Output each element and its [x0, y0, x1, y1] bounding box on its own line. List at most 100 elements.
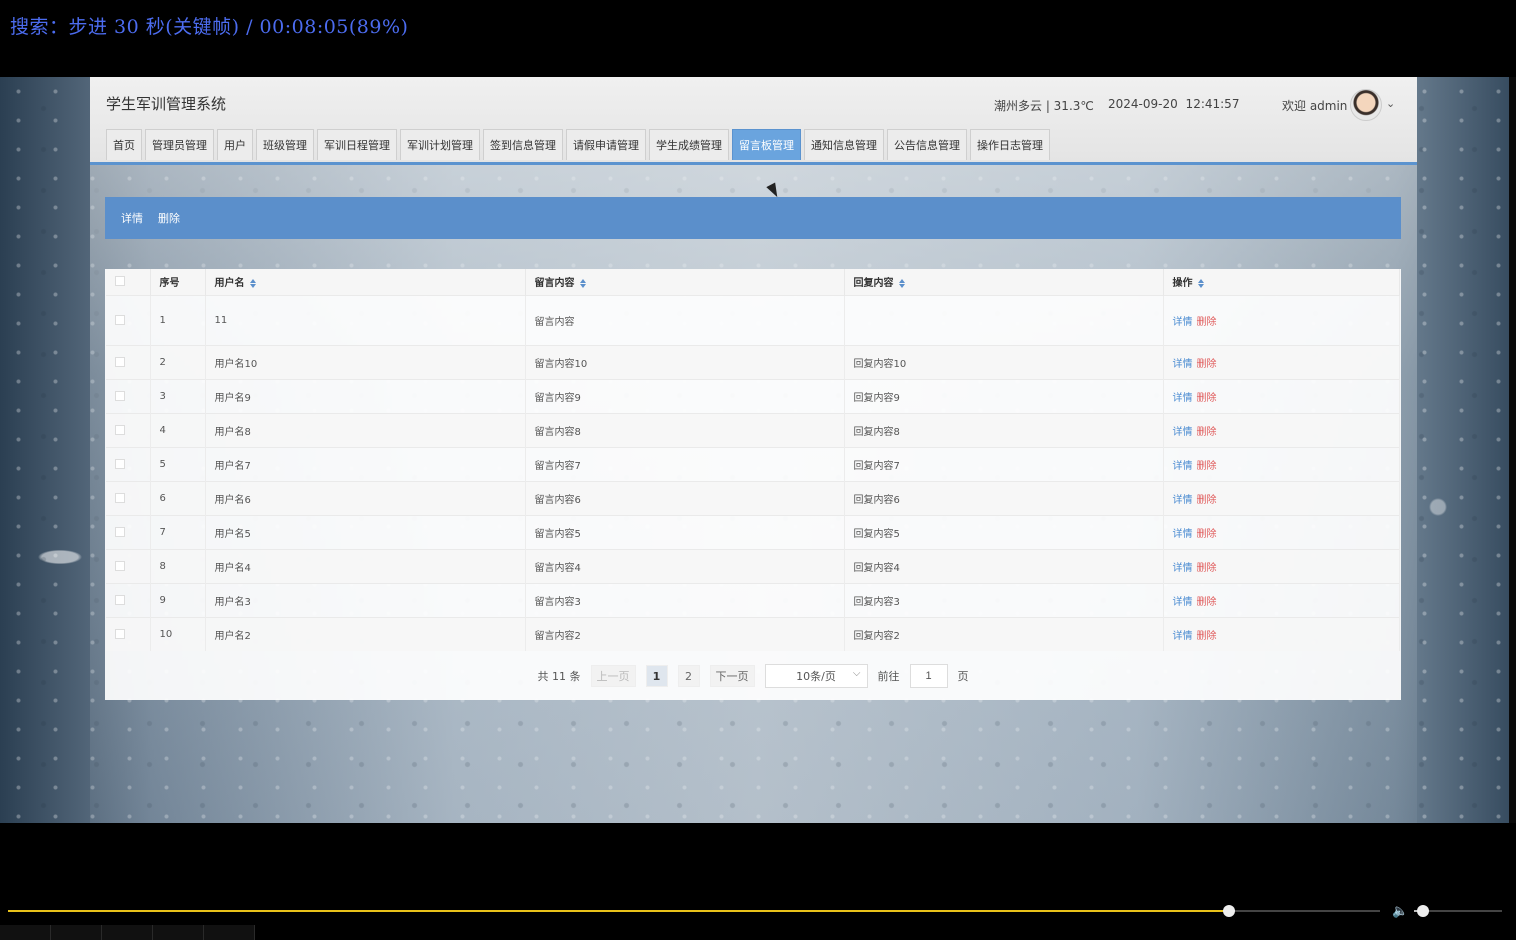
nav-tab-4[interactable]: 班级管理 — [256, 129, 314, 160]
player-button[interactable] — [153, 925, 204, 940]
cell-index: 5 — [150, 446, 206, 481]
nav-tab-1[interactable]: 首页 — [106, 129, 142, 160]
row-delete-link[interactable]: 删除 — [1197, 495, 1217, 506]
row-checkbox[interactable] — [115, 628, 125, 639]
seek-bar[interactable] — [8, 905, 1380, 917]
nav-tab-11[interactable]: 通知信息管理 — [804, 129, 884, 160]
nav-tab-10[interactable]: 留言板管理 — [732, 129, 801, 160]
cell-content: 留言内容6 — [525, 480, 845, 515]
cell-username: 用户名8 — [205, 412, 526, 447]
cell-reply: 回复内容2 — [844, 616, 1164, 651]
player-button-row — [0, 925, 255, 940]
cell-index: 10 — [150, 616, 206, 651]
cell-reply: 回复内容4 — [844, 548, 1164, 583]
header-username[interactable]: 用户名 — [205, 269, 526, 295]
cell-username: 用户名4 — [205, 548, 526, 583]
row-detail-link[interactable]: 详情 — [1173, 461, 1193, 472]
table-row[interactable]: 9 用户名3 留言内容3 回复内容3 详情 删除 — [106, 582, 1400, 617]
table-row[interactable]: 4 用户名8 留言内容8 回复内容8 详情 删除 — [106, 412, 1400, 447]
cell-username: 用户名6 — [205, 480, 526, 515]
toolbar-delete-button[interactable]: 删除 — [158, 210, 180, 226]
prev-page-button[interactable]: 上一页 — [590, 665, 636, 687]
row-detail-link[interactable]: 详情 — [1173, 563, 1193, 574]
row-delete-link[interactable]: 删除 — [1197, 631, 1217, 642]
sort-icon[interactable] — [580, 279, 587, 288]
nav-tab-3[interactable]: 用户 — [217, 129, 253, 160]
row-detail-link[interactable]: 详情 — [1173, 393, 1193, 404]
row-checkbox[interactable] — [115, 560, 125, 571]
row-checkbox[interactable] — [115, 390, 125, 401]
row-detail-link[interactable]: 详情 — [1173, 631, 1193, 642]
cell-index: 3 — [150, 378, 206, 413]
row-delete-link[interactable]: 删除 — [1197, 461, 1217, 472]
row-delete-link[interactable]: 删除 — [1197, 427, 1217, 438]
cell-username: 用户名10 — [205, 344, 526, 379]
table-row[interactable]: 8 用户名4 留言内容4 回复内容4 详情 删除 — [106, 548, 1400, 583]
row-delete-link[interactable]: 删除 — [1197, 393, 1217, 404]
table-row[interactable]: 2 用户名10 留言内容10 回复内容10 详情 删除 — [106, 344, 1400, 379]
table-row[interactable]: 3 用户名9 留言内容9 回复内容9 详情 删除 — [106, 378, 1400, 413]
cell-username: 用户名7 — [205, 446, 526, 481]
row-delete-link[interactable]: 删除 — [1197, 317, 1217, 328]
nav-tab-7[interactable]: 签到信息管理 — [483, 129, 563, 160]
toolbar-detail-button[interactable]: 详情 — [121, 210, 143, 226]
sort-icon[interactable] — [250, 279, 257, 288]
nav-tab-9[interactable]: 学生成绩管理 — [649, 129, 729, 160]
nav-tab-13[interactable]: 操作日志管理 — [970, 129, 1050, 160]
nav-tab-5[interactable]: 军训日程管理 — [317, 129, 397, 160]
row-detail-link[interactable]: 详情 — [1173, 495, 1193, 506]
cell-content: 留言内容4 — [525, 548, 845, 583]
page-size-select[interactable]: 10条/页 — [764, 664, 868, 688]
select-all-checkbox[interactable] — [115, 276, 125, 287]
player-button[interactable] — [51, 925, 102, 940]
cell-reply: 回复内容8 — [844, 412, 1164, 447]
row-detail-link[interactable]: 详情 — [1173, 317, 1193, 328]
nav-tab-12[interactable]: 公告信息管理 — [887, 129, 967, 160]
volume-icon[interactable]: 🔈 — [1392, 904, 1408, 919]
page-number-1[interactable]: 1 — [645, 665, 668, 687]
chevron-down-icon[interactable]: ⌄ — [1386, 97, 1395, 110]
nav-tab-8[interactable]: 请假申请管理 — [566, 129, 646, 160]
row-detail-link[interactable]: 详情 — [1173, 597, 1193, 608]
table-row[interactable]: 1 11 留言内容 详情 删除 — [106, 294, 1400, 345]
header-username-label: 用户名 — [214, 278, 245, 290]
header-actions[interactable]: 操作 — [1163, 269, 1400, 295]
header-content[interactable]: 留言内容 — [525, 269, 845, 295]
volume-handle[interactable] — [1416, 905, 1429, 917]
row-detail-link[interactable]: 详情 — [1173, 359, 1193, 370]
player-button[interactable] — [102, 925, 153, 940]
row-checkbox[interactable] — [115, 314, 125, 325]
row-delete-link[interactable]: 删除 — [1197, 359, 1217, 370]
player-button[interactable] — [204, 925, 255, 940]
row-delete-link[interactable]: 删除 — [1197, 597, 1217, 608]
row-checkbox[interactable] — [115, 492, 125, 503]
avatar[interactable] — [1350, 89, 1382, 121]
row-detail-link[interactable]: 详情 — [1173, 529, 1193, 540]
seek-handle[interactable] — [1223, 905, 1236, 917]
row-delete-link[interactable]: 删除 — [1197, 529, 1217, 540]
sort-icon[interactable] — [1198, 279, 1205, 288]
row-checkbox[interactable] — [115, 356, 125, 367]
table-row[interactable]: 5 用户名7 留言内容7 回复内容7 详情 删除 — [106, 446, 1400, 481]
cell-actions: 详情 删除 — [1163, 446, 1400, 481]
nav-tab-2[interactable]: 管理员管理 — [145, 129, 214, 160]
row-checkbox[interactable] — [115, 526, 125, 537]
row-checkbox[interactable] — [115, 458, 125, 469]
row-detail-link[interactable]: 详情 — [1173, 427, 1193, 438]
sort-icon[interactable] — [899, 279, 906, 288]
goto-page-input[interactable] — [909, 664, 948, 688]
player-button[interactable] — [0, 925, 51, 940]
page-number-2[interactable]: 2 — [677, 665, 700, 687]
volume-slider[interactable] — [1414, 905, 1502, 917]
nav-tab-6[interactable]: 军训计划管理 — [400, 129, 480, 160]
row-checkbox[interactable] — [115, 594, 125, 605]
row-delete-link[interactable]: 删除 — [1197, 563, 1217, 574]
table-row[interactable]: 10 用户名2 留言内容2 回复内容2 详情 删除 — [106, 616, 1400, 651]
row-checkbox[interactable] — [115, 424, 125, 435]
cell-reply — [844, 294, 1164, 345]
cell-content: 留言内容3 — [525, 582, 845, 617]
next-page-button[interactable]: 下一页 — [709, 665, 755, 687]
table-row[interactable]: 7 用户名5 留言内容5 回复内容5 详情 删除 — [106, 514, 1400, 549]
header-reply[interactable]: 回复内容 — [844, 269, 1164, 295]
table-row[interactable]: 6 用户名6 留言内容6 回复内容6 详情 删除 — [106, 480, 1400, 515]
